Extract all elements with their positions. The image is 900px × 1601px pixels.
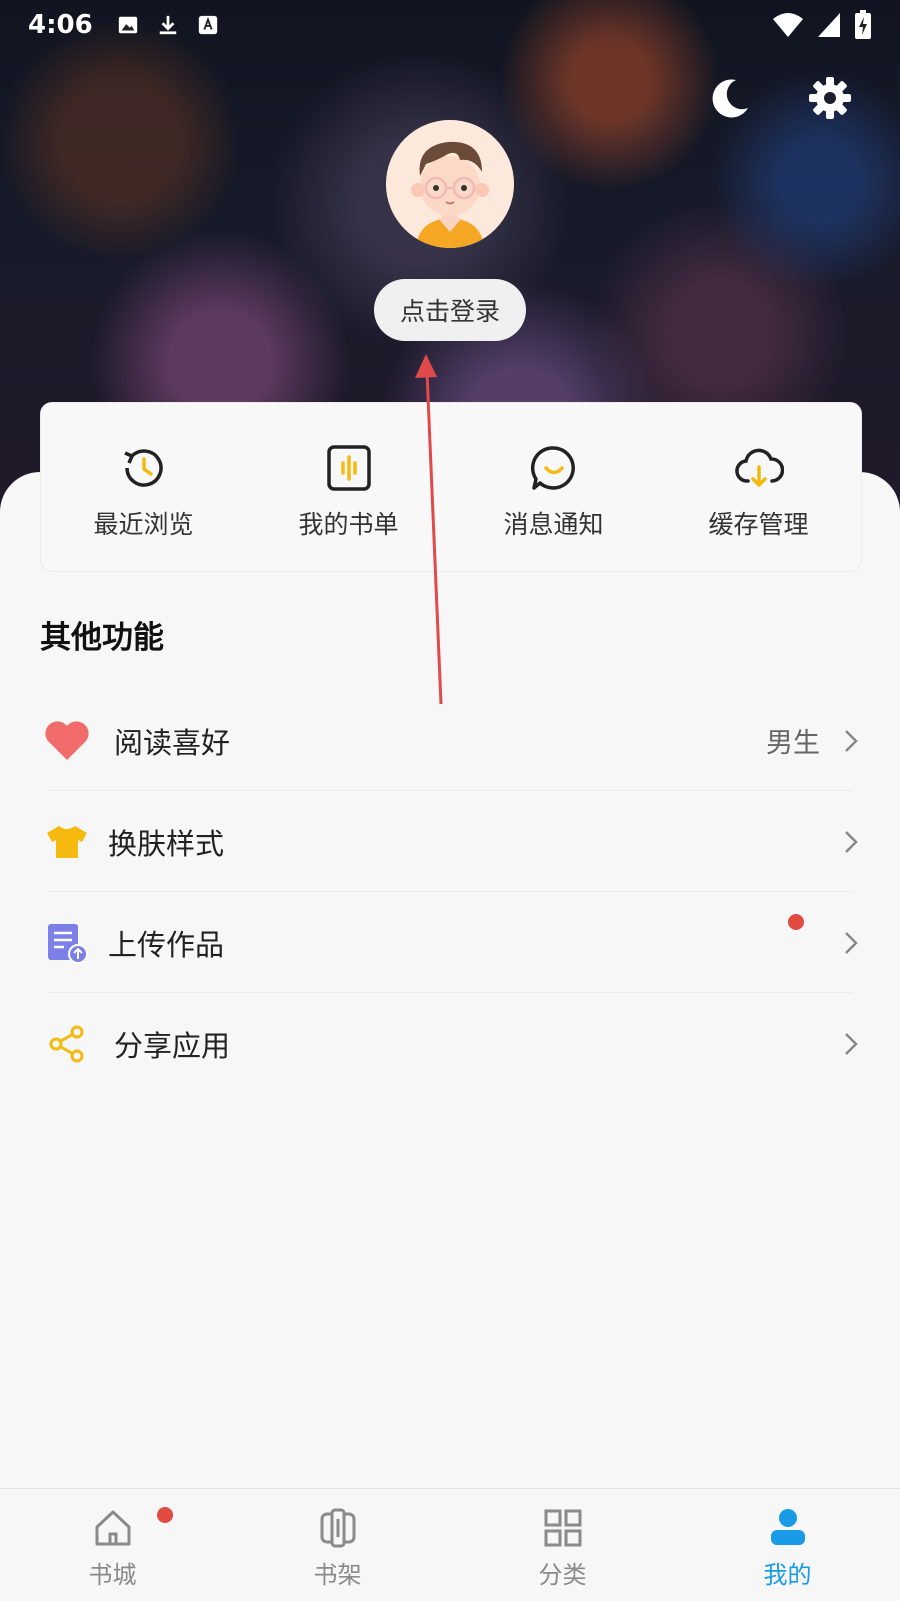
- download-icon: [159, 15, 176, 35]
- chevron-right-icon: [845, 931, 858, 954]
- night-mode-button[interactable]: [706, 74, 754, 122]
- status-left-icons: [117, 14, 219, 36]
- nav-tab-bookshelf[interactable]: 书架: [225, 1489, 450, 1601]
- signal-icon: [818, 13, 840, 37]
- quick-action-history[interactable]: 最近浏览: [41, 403, 246, 571]
- bookshelf-icon: [320, 1508, 355, 1548]
- battery-charging-icon: [855, 10, 871, 39]
- menu-item-label: 分享应用: [114, 1028, 231, 1063]
- login-button[interactable]: 点击登录: [374, 279, 526, 341]
- profile-icon: [770, 1509, 805, 1545]
- menu-item-value: 男生: [766, 728, 820, 759]
- menu-item-upload-works[interactable]: 上传作品: [0, 892, 900, 993]
- status-time: 4:06: [28, 10, 93, 40]
- chevron-right-icon: [845, 729, 858, 752]
- cloud-download-icon: [734, 448, 784, 487]
- other-features-list: 阅读喜好 男生 换肤样式 上传作品 分享应用: [0, 690, 900, 1094]
- bottom-navigation: 书城 书架 分类 我的: [0, 1488, 900, 1601]
- home-icon: [95, 1510, 130, 1546]
- avatar[interactable]: [386, 120, 514, 248]
- category-icon: [544, 1509, 581, 1547]
- image-icon: [118, 16, 137, 34]
- quick-actions-card: 最近浏览 我的书单 消息通知 缓存管理: [40, 402, 862, 572]
- wifi-icon: [773, 13, 803, 37]
- heart-icon: [42, 716, 92, 766]
- gear-icon: [809, 77, 851, 119]
- upload-doc-icon: [42, 918, 92, 968]
- nav-tab-bookstore[interactable]: 书城: [0, 1489, 225, 1601]
- nav-tab-label: 分类: [538, 1561, 587, 1589]
- new-badge-dot: [788, 914, 804, 930]
- history-icon: [123, 449, 163, 487]
- quick-action-booklist[interactable]: 我的书单: [246, 403, 451, 571]
- nav-tab-label: 书城: [88, 1561, 137, 1589]
- menu-item-label: 换肤样式: [108, 826, 225, 861]
- quick-action-label: 消息通知: [503, 510, 604, 539]
- status-right-icons: [772, 10, 872, 40]
- nav-tab-mine[interactable]: 我的: [675, 1489, 900, 1601]
- nav-tab-category[interactable]: 分类: [450, 1489, 675, 1601]
- tshirt-icon: [42, 817, 92, 867]
- menu-item-label: 阅读喜好: [114, 725, 231, 760]
- quick-action-label: 缓存管理: [708, 510, 809, 539]
- status-bar: 4:06: [0, 0, 900, 50]
- new-badge-dot: [157, 1507, 173, 1523]
- quick-action-label: 我的书单: [298, 510, 399, 539]
- menu-item-label: 上传作品: [108, 927, 225, 962]
- quick-action-label: 最近浏览: [93, 510, 194, 539]
- menu-item-skin-style[interactable]: 换肤样式: [0, 791, 900, 892]
- other-features-title: 其他功能: [40, 620, 164, 656]
- avatar-cartoon-boy: [386, 120, 514, 248]
- translate-icon: [198, 15, 217, 35]
- settings-button[interactable]: [806, 74, 854, 122]
- chevron-right-icon: [845, 1032, 858, 1055]
- share-icon: [42, 1019, 92, 1069]
- nav-tab-label: 书架: [313, 1561, 362, 1589]
- chevron-right-icon: [845, 830, 858, 853]
- quick-action-messages[interactable]: 消息通知: [451, 403, 656, 571]
- moon-icon: [712, 79, 748, 118]
- message-icon: [530, 446, 575, 490]
- menu-item-share-app[interactable]: 分享应用: [0, 993, 900, 1094]
- menu-item-reading-preference[interactable]: 阅读喜好 男生: [0, 690, 900, 791]
- nav-tab-label: 我的: [763, 1561, 812, 1589]
- quick-action-cache[interactable]: 缓存管理: [656, 403, 861, 571]
- booklist-icon: [326, 445, 371, 491]
